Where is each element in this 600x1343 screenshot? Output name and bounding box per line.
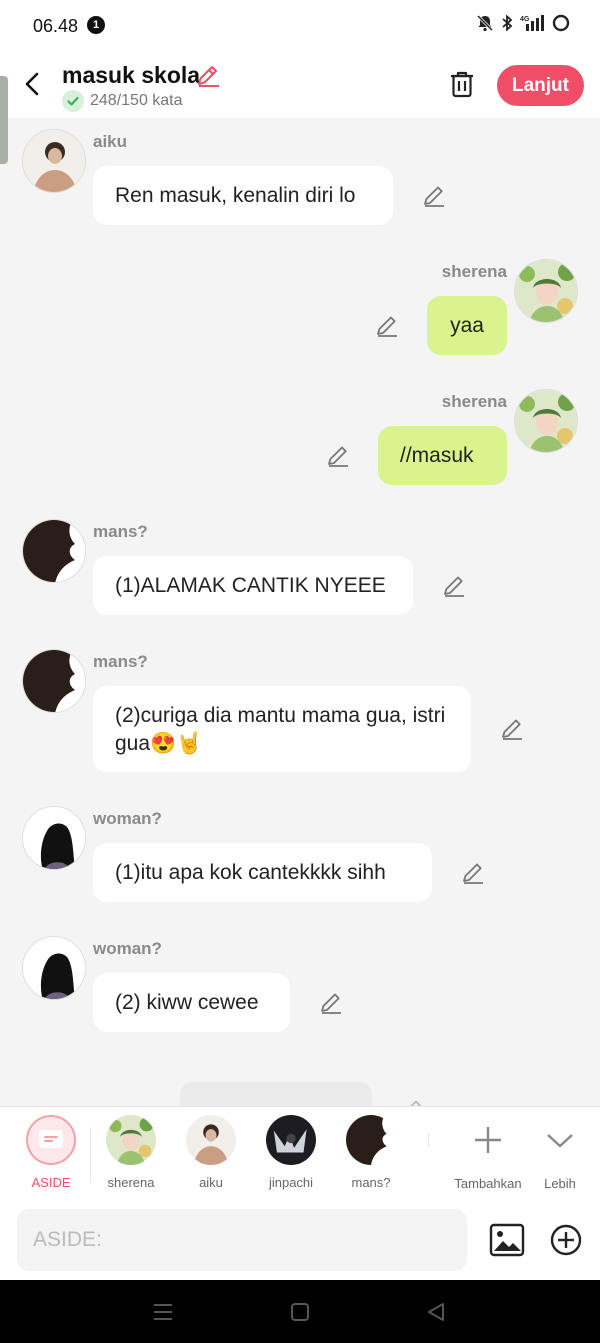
character-mans[interactable]: mans? bbox=[336, 1115, 406, 1190]
message-bubble[interactable]: yaa bbox=[427, 296, 507, 355]
edit-message-icon[interactable] bbox=[422, 184, 446, 208]
avatar[interactable] bbox=[22, 649, 86, 713]
status-icons: 4G bbox=[476, 14, 570, 32]
signal-icon: 4G bbox=[520, 15, 544, 31]
sender-name: sherena bbox=[441, 392, 507, 411]
status-bar: 06.48 1 4G bbox=[0, 0, 600, 52]
notification-badge: 1 bbox=[87, 16, 105, 34]
sender-name: woman? bbox=[93, 939, 162, 958]
chat-list[interactable]: aiku Ren masuk, kenalin diri lo sherena … bbox=[0, 118, 600, 1108]
home-icon[interactable] bbox=[290, 1302, 310, 1322]
status-time: 06.48 bbox=[33, 16, 79, 36]
add-character-button[interactable]: Tambahkan bbox=[448, 1115, 528, 1191]
edit-message-icon[interactable] bbox=[461, 861, 485, 885]
plus-icon bbox=[475, 1127, 501, 1153]
trash-icon[interactable] bbox=[447, 68, 477, 100]
avatar[interactable] bbox=[22, 129, 86, 193]
bluetooth-icon bbox=[502, 14, 513, 32]
aside-icon bbox=[26, 1115, 76, 1165]
sender-name: mans? bbox=[93, 652, 148, 671]
back-nav-icon[interactable] bbox=[426, 1302, 446, 1322]
message-bubble[interactable]: //masuk bbox=[378, 426, 507, 485]
sender-name: aiku bbox=[93, 132, 128, 151]
svg-text:4G: 4G bbox=[520, 16, 530, 23]
battery-icon bbox=[552, 14, 570, 32]
message-input[interactable] bbox=[17, 1209, 467, 1271]
more-button[interactable]: Lebih bbox=[525, 1115, 595, 1191]
character-label: jinpachi bbox=[268, 1175, 314, 1190]
avatar[interactable] bbox=[22, 936, 86, 1000]
chevron-down-icon bbox=[547, 1134, 573, 1148]
check-icon bbox=[62, 90, 84, 112]
sender-name: woman? bbox=[93, 809, 162, 828]
add-label: Tambahkan bbox=[454, 1176, 522, 1191]
edit-message-icon[interactable] bbox=[442, 574, 466, 598]
avatar[interactable] bbox=[514, 259, 578, 323]
word-count: 248/150 kata bbox=[62, 90, 183, 112]
divider bbox=[428, 1133, 429, 1147]
character-label: mans? bbox=[351, 1175, 391, 1190]
divider bbox=[90, 1127, 91, 1183]
next-button[interactable]: Lanjut bbox=[497, 65, 584, 106]
chat-header: masuk skola 248/150 kata Lanjut bbox=[0, 52, 600, 118]
edit-message-icon[interactable] bbox=[500, 717, 524, 741]
avatar[interactable] bbox=[22, 519, 86, 583]
avatar bbox=[266, 1115, 316, 1165]
character-label: ASIDE bbox=[31, 1175, 71, 1190]
message-bubble[interactable]: Ren masuk, kenalin diri lo bbox=[93, 166, 393, 225]
sender-name: mans? bbox=[93, 522, 148, 541]
message-bubble[interactable]: (1)ALAMAK CANTIK NYEEE bbox=[93, 556, 413, 615]
page-title: masuk skola bbox=[62, 62, 201, 88]
character-label: aiku bbox=[199, 1175, 223, 1190]
message-bubble[interactable]: (2) kiww cewee bbox=[93, 973, 290, 1032]
avatar bbox=[106, 1115, 156, 1165]
word-count-text: 248/150 kata bbox=[90, 92, 183, 109]
more-label: Lebih bbox=[544, 1176, 576, 1191]
character-selector: ASIDE sherena aiku jinpachi mans? Tambah… bbox=[0, 1106, 600, 1200]
edit-message-icon[interactable] bbox=[375, 314, 399, 338]
image-icon[interactable] bbox=[489, 1222, 525, 1258]
message-bubble[interactable]: (2)curiga dia mantu mama gua, istri gua😍… bbox=[93, 686, 471, 772]
sender-name: sherena bbox=[441, 262, 507, 281]
edit-message-icon[interactable] bbox=[319, 991, 343, 1015]
system-nav-bar bbox=[0, 1280, 600, 1343]
back-button[interactable] bbox=[18, 68, 48, 100]
mute-icon bbox=[476, 14, 494, 32]
character-aside[interactable]: ASIDE bbox=[16, 1115, 86, 1190]
avatar bbox=[346, 1115, 396, 1165]
avatar[interactable] bbox=[22, 806, 86, 870]
input-bar bbox=[0, 1200, 600, 1280]
edit-title-icon[interactable] bbox=[195, 62, 221, 88]
message-bubble[interactable]: (1)itu apa kok cantekkkk sihh bbox=[93, 843, 432, 902]
menu-icon[interactable] bbox=[152, 1302, 174, 1322]
character-sherena[interactable]: sherena bbox=[96, 1115, 166, 1190]
avatar[interactable] bbox=[514, 389, 578, 453]
character-aiku[interactable]: aiku bbox=[176, 1115, 246, 1190]
edit-message-icon[interactable] bbox=[326, 444, 350, 468]
message-bubble-partial[interactable] bbox=[180, 1082, 372, 1108]
add-circle-icon[interactable] bbox=[548, 1222, 584, 1258]
character-label: sherena bbox=[107, 1175, 155, 1190]
character-jinpachi[interactable]: jinpachi bbox=[256, 1115, 326, 1190]
avatar bbox=[186, 1115, 236, 1165]
